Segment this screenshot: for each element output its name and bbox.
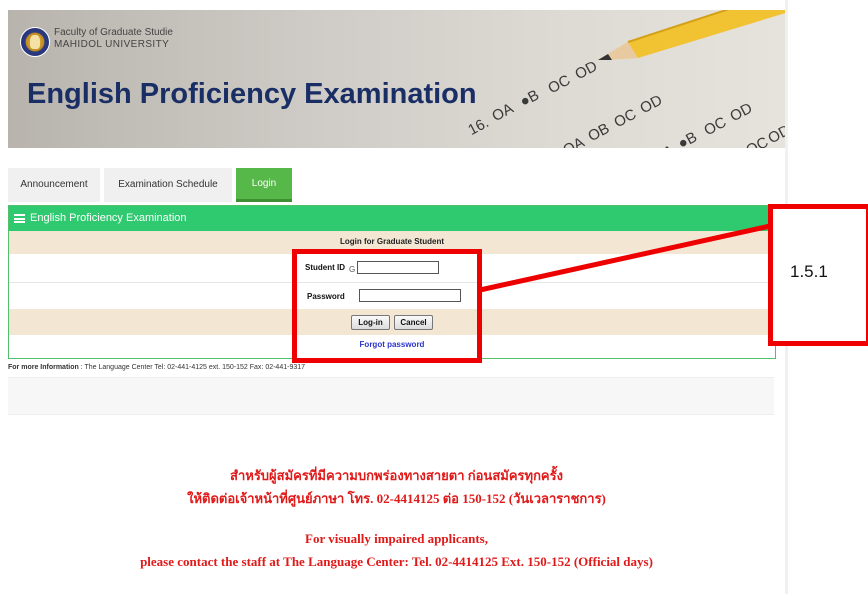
more-info: For more Information : The Language Cent… bbox=[8, 364, 305, 371]
banner-title: English Proficiency Examination bbox=[27, 78, 477, 110]
tab-login[interactable]: Login bbox=[236, 168, 292, 202]
faculty-name: Faculty of Graduate Studie bbox=[54, 27, 173, 38]
annotation-highlight-box bbox=[292, 249, 482, 363]
sheet-mark: OB bbox=[585, 119, 613, 146]
more-info-label: For more Information bbox=[8, 364, 79, 371]
tab-examination-schedule[interactable]: Examination Schedule bbox=[104, 168, 232, 202]
form-caption: Login for Graduate Student bbox=[340, 237, 444, 246]
more-info-text: : The Language Center Tel: 02-441-4125 e… bbox=[78, 364, 306, 371]
panel-header: English Proficiency Examination bbox=[9, 206, 775, 231]
university-seal-logo bbox=[20, 27, 50, 57]
sheet-mark: 16. bbox=[465, 114, 492, 139]
notice-thai-line2: ให้ติดต่อเจ้าหน้าที่ศูนย์ภาษา โทร. 02-44… bbox=[187, 491, 606, 506]
sheet-mark: OD bbox=[637, 91, 666, 118]
notice-en-line2: please contact the staff at The Language… bbox=[140, 554, 653, 569]
tab-announcement[interactable]: Announcement bbox=[8, 168, 100, 202]
sheet-mark: ●B bbox=[517, 86, 542, 111]
header-banner: Faculty of Graduate Studie MAHIDOL UNIVE… bbox=[8, 10, 785, 148]
university-name: MAHIDOL UNIVERSITY bbox=[54, 39, 170, 50]
panel-title: English Proficiency Examination bbox=[30, 212, 187, 224]
sheet-mark: ●B bbox=[675, 128, 700, 148]
sheet-mark: OA bbox=[489, 99, 517, 126]
sheet-mark: OA bbox=[560, 133, 588, 148]
pencil-graphic bbox=[598, 10, 785, 60]
sheet-mark: OA bbox=[650, 142, 677, 148]
sheet-mark: OC bbox=[701, 113, 730, 140]
sheet-mark: OD bbox=[727, 99, 756, 126]
notice-thai-line1: สำหรับผู้สมัครที่มีความบกพร่องทางสายตา ก… bbox=[230, 468, 563, 483]
list-icon bbox=[14, 214, 25, 223]
sheet-mark: OC bbox=[611, 105, 640, 132]
spacer-band bbox=[8, 377, 774, 415]
annotation-label: 1.5.1 bbox=[790, 262, 828, 281]
sheet-mark: OC bbox=[545, 71, 574, 98]
notice-en-line1: For visually impaired applicants, bbox=[305, 531, 488, 546]
sheet-mark: OD bbox=[572, 57, 601, 84]
